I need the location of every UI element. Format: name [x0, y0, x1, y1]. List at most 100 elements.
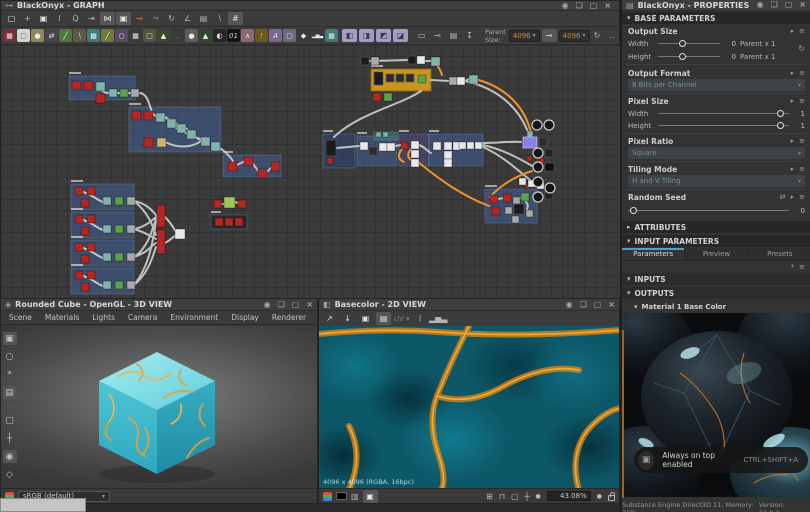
height-slider[interactable]	[658, 56, 720, 57]
dot-link-icon[interactable]: ⊸	[431, 29, 444, 42]
close-icon[interactable]: ×	[799, 1, 806, 9]
frame-box-icon[interactable]: ◪	[393, 29, 408, 42]
menu-renderer[interactable]: Renderer	[272, 313, 306, 322]
inherit-icon[interactable]: ▸	[791, 193, 795, 201]
float-window-icon[interactable]: ❏	[580, 301, 587, 309]
param-menu-icon[interactable]: ≡	[799, 97, 805, 105]
frame-expand-icon[interactable]: ◩	[376, 29, 391, 42]
screenshot-camera-icon[interactable]: ▣	[36, 12, 51, 25]
terrain-node-icon[interactable]: ∧	[241, 29, 254, 42]
pan-tool-icon[interactable]: +	[20, 12, 35, 25]
param-menu-icon[interactable]: ≡	[799, 193, 805, 201]
section-input-parameters[interactable]: ▾INPUT PARAMETERS	[622, 235, 810, 247]
frame-all-icon[interactable]: ▢	[511, 492, 519, 501]
lock-zoom-icon[interactable]	[608, 495, 615, 501]
clean-graph-icon[interactable]: ∖	[212, 12, 227, 25]
ao-node-icon[interactable]: ▩	[87, 29, 100, 42]
selected-node[interactable]	[523, 137, 537, 148]
save-icon[interactable]: ↓	[340, 312, 355, 325]
size-history-icon[interactable]: ↻	[590, 29, 605, 42]
text-node-icon[interactable]: A	[269, 29, 282, 42]
menu-display[interactable]: Display	[231, 313, 259, 322]
warning-node-icon[interactable]: !	[255, 29, 268, 42]
zoom-out-icon[interactable]: ●	[536, 493, 541, 500]
comment-icon[interactable]: ▭	[415, 29, 428, 42]
create-frame-icon[interactable]: ▣	[116, 12, 131, 25]
dirt-node-icon[interactable]: ∖	[73, 29, 86, 42]
pin-icon[interactable]: ◉	[264, 301, 271, 309]
section-outputs[interactable]: ▾OUTPUTS	[622, 287, 810, 299]
card-icon[interactable]: ▤	[447, 29, 460, 42]
histogram-node-icon[interactable]: ▂▅▃	[311, 29, 324, 42]
pin-icon[interactable]: ◉	[757, 1, 764, 9]
directional-warp-node-icon[interactable]: ⇄	[45, 29, 58, 42]
update-timer-icon[interactable]: ↻	[164, 12, 179, 25]
tab-presets[interactable]: Presets	[749, 248, 810, 260]
inherit-icon[interactable]: ▸	[791, 165, 795, 173]
float-window-icon[interactable]: ❏	[278, 301, 285, 309]
align-dots-icon[interactable]: ‥	[605, 29, 620, 42]
frame-left-icon[interactable]: ◨	[359, 29, 374, 42]
random-seed-slider[interactable]	[628, 210, 789, 211]
uv-mode-select[interactable]: UV ▾	[394, 315, 410, 323]
copy-icon[interactable]: ▣	[358, 312, 373, 325]
environment-icon[interactable]: *	[3, 368, 17, 381]
close-icon[interactable]: ×	[604, 2, 611, 10]
color-management-icon[interactable]	[323, 492, 332, 501]
tab-preview[interactable]: Preview	[685, 248, 748, 260]
flood-fill-node-icon[interactable]: ▲	[157, 29, 170, 42]
menu-scene[interactable]: Scene	[9, 313, 32, 322]
blur-node-icon[interactable]: ●	[31, 29, 44, 42]
section-inputs[interactable]: ▾INPUTS	[622, 273, 810, 285]
output-preview[interactable]: ▣ Always on top enabled CTRL+SHIFT+A	[624, 313, 810, 497]
shuffle-icon[interactable]: ⇄	[780, 193, 786, 201]
axes-icon[interactable]: ┼	[3, 432, 17, 445]
grid-snap-icon[interactable]: #	[228, 12, 243, 25]
info-icon[interactable]: i	[413, 312, 428, 325]
fit-view-icon[interactable]: ▢	[3, 414, 17, 427]
collapse-links-icon[interactable]: ⇥	[84, 12, 99, 25]
inherit-icon[interactable]: ▸	[791, 137, 795, 145]
menu-camera[interactable]: Camera	[128, 313, 157, 322]
fill-node-icon[interactable]: ◆	[297, 29, 310, 42]
curve-node-icon[interactable]: ╱	[59, 29, 72, 42]
size-select[interactable]: 4096▾	[559, 30, 590, 42]
pixel-width-slider[interactable]	[658, 113, 789, 114]
wire-cube-icon[interactable]: ◇	[3, 468, 17, 481]
maximize-icon[interactable]: ▢	[292, 301, 300, 309]
grid-toggle-icon[interactable]: ⊞	[486, 492, 493, 501]
view3d-viewport[interactable]: ▣ ○ * ▤ ▢ ┼ ◉ ◇	[1, 326, 317, 488]
pin-node-icon[interactable]: ↧	[463, 29, 476, 42]
slope-tool-icon[interactable]: ∠	[180, 12, 195, 25]
create-link-icon[interactable]: ⋈	[100, 12, 115, 25]
splatter-node-icon[interactable]: ‥	[171, 29, 184, 42]
float-window-icon[interactable]: ❏	[576, 2, 583, 10]
shape-node-icon[interactable]: ○	[115, 29, 128, 42]
section-attributes[interactable]: ▸ATTRIBUTES	[622, 221, 810, 233]
image-display-icon[interactable]: ▣	[363, 490, 378, 503]
marquee-select-icon[interactable]: ▢	[4, 12, 19, 25]
float-window-icon[interactable]: ❏	[771, 1, 778, 9]
frame-fit-icon[interactable]: ◧	[342, 29, 357, 42]
inherit-icon[interactable]: ▸	[791, 97, 795, 105]
wire-sphere-icon[interactable]: ◉	[3, 450, 17, 463]
param-menu-icon[interactable]: ≡	[799, 165, 805, 173]
pixel-height-slider[interactable]	[658, 125, 789, 126]
menu-materials[interactable]: Materials	[45, 313, 79, 322]
menu-lights[interactable]: Lights	[92, 313, 115, 322]
maximize-icon[interactable]: ▢	[785, 1, 793, 9]
view2d-viewport[interactable]: 4096 x 4096 (RGBA, 16bpc)	[319, 326, 619, 488]
sphere-node-icon[interactable]: ●	[185, 29, 198, 42]
fit-width-icon[interactable]: ⊓	[499, 492, 505, 501]
width-slider[interactable]	[658, 43, 720, 44]
inherit-icon[interactable]: ▸	[791, 69, 795, 77]
link-size-icon[interactable]: ⊸	[542, 29, 557, 42]
tab-parameters[interactable]: Parameters	[622, 248, 685, 260]
zoom-search-icon[interactable]: Q	[68, 12, 83, 25]
image-display-icon[interactable]: ▤	[196, 12, 211, 25]
zoom-level-input[interactable]: 43.08%	[547, 491, 591, 501]
transform-node-icon[interactable]: ▢	[283, 29, 296, 42]
parent-size-select[interactable]: 4096▾	[509, 30, 540, 42]
graph-canvas[interactable]	[1, 45, 620, 299]
section-material-base-color[interactable]: ▾Material 1 Base Color	[622, 301, 810, 312]
